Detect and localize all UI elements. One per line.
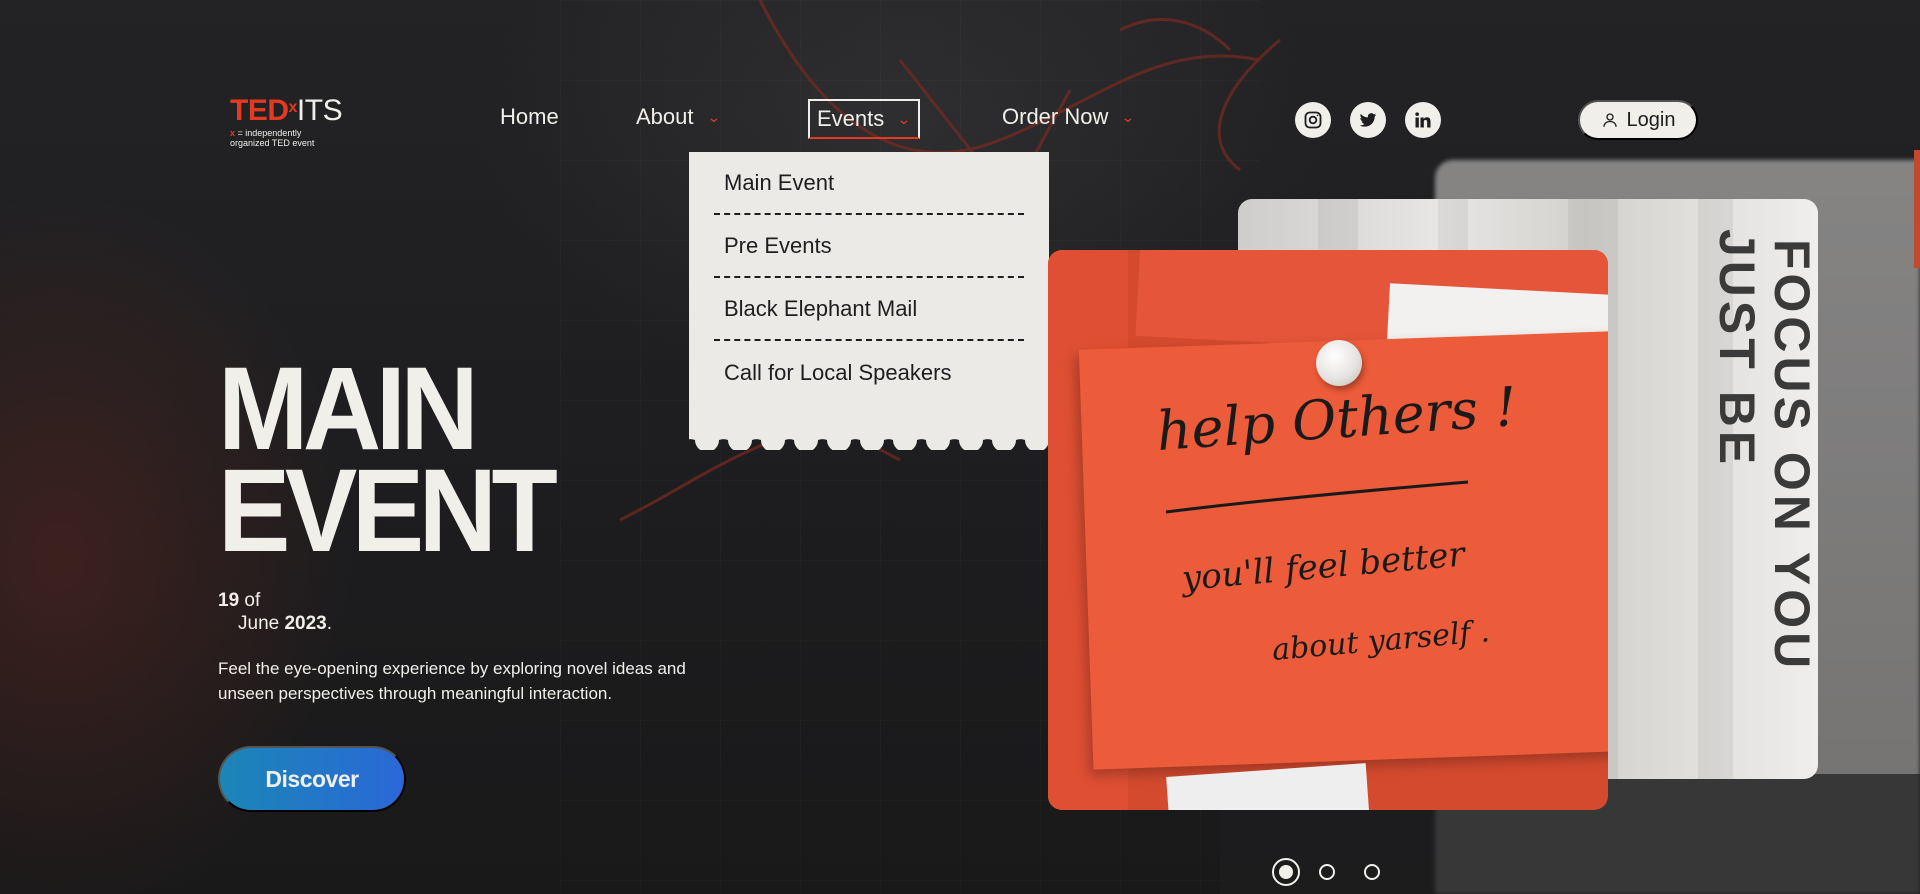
carousel-dot-3[interactable] bbox=[1364, 864, 1380, 880]
user-icon bbox=[1602, 113, 1617, 127]
hero-description: Feel the eye-opening experience by explo… bbox=[218, 659, 686, 703]
dropdown-item-label: Main Event bbox=[724, 169, 835, 195]
nav-home-label: Home bbox=[500, 104, 559, 129]
dropdown-item-label: Call for Local Speakers bbox=[724, 359, 952, 385]
logo-x: x bbox=[288, 99, 298, 116]
tedx-logo[interactable]: TEDxITS x = independently organized TED … bbox=[230, 94, 343, 149]
dropdown-scallop-edge bbox=[689, 426, 1049, 450]
date-month: June bbox=[238, 613, 285, 634]
dropdown-item-main-event[interactable]: Main Event bbox=[714, 152, 1024, 215]
tagline-line2: organized TED event bbox=[230, 138, 315, 148]
logo-its: ITS bbox=[296, 94, 343, 127]
date-day: 19 bbox=[218, 590, 240, 611]
hero-title: MAIN EVENT bbox=[218, 350, 558, 577]
nav-events[interactable]: Events ⌄ bbox=[808, 99, 920, 139]
nav-about[interactable]: About ⌄ bbox=[636, 99, 721, 135]
note-line1: help Others ! bbox=[1155, 375, 1519, 463]
banner-text: JUST BE bbox=[1709, 229, 1765, 469]
tagline-line1: = independently bbox=[235, 128, 302, 138]
twitter-icon[interactable] bbox=[1350, 102, 1386, 138]
chevron-down-icon: ⌄ bbox=[1121, 108, 1136, 125]
nav-order-now[interactable]: Order Now ⌄ bbox=[1002, 99, 1136, 135]
handwriting: help Others ! you'll feel better about y… bbox=[1155, 375, 1519, 668]
linkedin-icon[interactable] bbox=[1405, 102, 1441, 138]
note-line2: you'll feel better bbox=[1178, 534, 1468, 599]
sticky-note-photo: help Others ! you'll feel better about y… bbox=[1048, 250, 1608, 810]
date-year: 2023 bbox=[284, 613, 327, 634]
note-line3: about yarself . bbox=[1271, 614, 1491, 668]
chevron-down-icon: ⌄ bbox=[706, 108, 721, 125]
login-button[interactable]: Login bbox=[1578, 100, 1698, 140]
dropdown-item-black-elephant-mail[interactable]: Black Elephant Mail bbox=[714, 278, 1024, 341]
nav-about-label: About bbox=[636, 104, 694, 129]
carousel-dot-2[interactable] bbox=[1319, 864, 1335, 880]
date-period: . bbox=[326, 613, 333, 634]
banner-text: FOCUS ON YOU bbox=[1764, 239, 1818, 673]
hero-title-line2: EVENT bbox=[218, 445, 558, 577]
nav-home[interactable]: Home bbox=[500, 99, 559, 135]
dropdown-item-label: Pre Events bbox=[724, 232, 832, 258]
login-label: Login bbox=[1626, 108, 1676, 131]
events-dropdown: Main Event Pre Events Black Elephant Mai… bbox=[689, 152, 1049, 426]
nav-events-label: Events bbox=[817, 106, 885, 131]
chevron-down-icon: ⌄ bbox=[897, 110, 912, 127]
dropdown-item-label: Black Elephant Mail bbox=[724, 295, 918, 321]
logo-ted: TED bbox=[230, 94, 289, 127]
dropdown-item-call-for-speakers[interactable]: Call for Local Speakers bbox=[714, 341, 1024, 404]
discover-button[interactable]: Discover bbox=[218, 746, 406, 812]
dropdown-item-pre-events[interactable]: Pre Events bbox=[714, 215, 1024, 278]
date-of: of bbox=[239, 590, 261, 611]
event-date: 19 of June 2023. bbox=[218, 589, 332, 635]
carousel-dot-1[interactable] bbox=[1272, 858, 1300, 886]
nav-order-label: Order Now bbox=[1002, 104, 1109, 129]
logo-tagline: x = independently organized TED event bbox=[230, 128, 342, 148]
instagram-icon[interactable] bbox=[1295, 102, 1331, 138]
